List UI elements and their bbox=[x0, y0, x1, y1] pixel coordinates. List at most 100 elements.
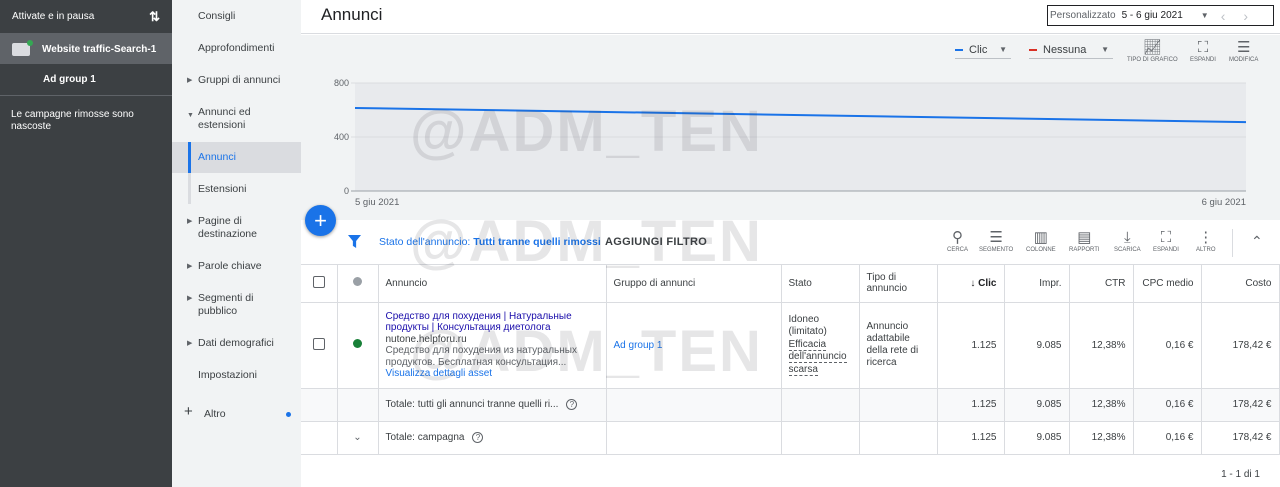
x-tick-label: 6 giu 2021 bbox=[1202, 197, 1246, 208]
col-ctr[interactable]: CTR bbox=[1069, 265, 1134, 303]
y-tick-label: 800 bbox=[334, 78, 349, 88]
empty-cell bbox=[606, 421, 782, 455]
ad-strength-link[interactable]: scarsa bbox=[788, 363, 818, 376]
expand-table-button[interactable]: ⛶ ESPANDI bbox=[1153, 229, 1179, 253]
next-period-icon[interactable]: › bbox=[1243, 8, 1248, 24]
date-range-picker[interactable]: Personalizzato 5 - 6 giu 2021 ▼ ‹ › bbox=[1047, 5, 1274, 26]
col-ad[interactable]: Annuncio bbox=[378, 265, 607, 303]
row-status-cell[interactable] bbox=[337, 302, 379, 389]
empty-cell bbox=[337, 388, 379, 422]
ad-strength-link[interactable]: Efficacia bbox=[788, 338, 827, 351]
menu-label: Annunci bbox=[198, 151, 236, 163]
pagination-info: 1 - 1 di 1 bbox=[1221, 469, 1260, 480]
columns-icon: ▥ bbox=[1033, 229, 1048, 246]
status-filter[interactable]: Attivate e in pausa ⇅ bbox=[0, 0, 172, 34]
active-filter[interactable]: Stato dell'annuncio: Tutti tranne quelli… bbox=[379, 236, 601, 248]
total-row-campaign: ⌄ Totale: campagna? 1.125 9.085 12,38% 0… bbox=[301, 421, 1280, 455]
menu-item-consigli[interactable]: Consigli bbox=[172, 10, 301, 23]
status-dot-icon bbox=[353, 277, 362, 287]
menu-item-estensioni[interactable]: Estensioni bbox=[172, 173, 301, 204]
page-menu: Consigli Approfondimenti ▶ Gruppi di annu… bbox=[172, 0, 301, 487]
col-ad-group[interactable]: Gruppo di annunci bbox=[606, 265, 782, 303]
download-button[interactable]: ⤓ SCARICA bbox=[1114, 229, 1141, 253]
filter-icon[interactable] bbox=[348, 235, 361, 248]
help-icon[interactable]: ? bbox=[472, 432, 484, 443]
reports-button[interactable]: ▤ RAPPORTI bbox=[1069, 229, 1100, 253]
menu-item-impostazioni[interactable]: Impostazioni bbox=[172, 369, 301, 382]
ads-table: Annuncio Gruppo di annunci Stato Tipo di… bbox=[301, 265, 1280, 455]
empty-cell bbox=[859, 388, 938, 422]
filter-value: Tutti tranne quelli rimossi bbox=[473, 236, 601, 248]
select-all-cell[interactable] bbox=[301, 265, 338, 303]
col-clicks-label: Clic bbox=[978, 277, 997, 289]
menu-item-approfondimenti[interactable]: Approfondimenti bbox=[172, 42, 301, 55]
row-checkbox[interactable] bbox=[312, 337, 325, 350]
status-text: Idoneo bbox=[788, 313, 820, 325]
col-cost[interactable]: Costo bbox=[1201, 265, 1280, 303]
collapse-chart-icon[interactable]: ⌃ bbox=[1251, 233, 1263, 250]
ad-strength-link[interactable]: dell'annuncio bbox=[788, 351, 847, 364]
ad-headline[interactable]: Средство для похудения | Натуральные про… bbox=[386, 311, 599, 334]
total-label: Totale: tutti gli annunci tranne quelli … bbox=[385, 399, 559, 410]
menu-item-annunci-estensioni[interactable]: ▼ Annunci ed estensioni bbox=[172, 106, 282, 132]
segment-button[interactable]: ☰ SEGMENTO bbox=[979, 229, 1013, 253]
expand-table-label: ESPANDI bbox=[1153, 247, 1179, 253]
empty-cell bbox=[301, 421, 338, 455]
expand-arrow-icon: ▶ bbox=[187, 77, 193, 84]
enabled-status-dot[interactable] bbox=[353, 339, 362, 348]
menu-item-altro[interactable]: + Altro bbox=[172, 404, 301, 421]
table-header-row: Annuncio Gruppo di annunci Stato Tipo di… bbox=[301, 265, 1280, 303]
total-cpc: 0,16 € bbox=[1133, 388, 1202, 422]
help-icon[interactable]: ? bbox=[566, 399, 578, 410]
more-label: ALTRO bbox=[1196, 247, 1216, 253]
sort-desc-icon: ↓ bbox=[970, 277, 979, 289]
ad-group-link[interactable]: Ad group 1 bbox=[614, 340, 663, 351]
performance-chart-panel: Clic ▼ Nessuna ▼ 📈︎ TIPO DI GRAFICO ⛶ ESPA… bbox=[301, 35, 1280, 220]
total-ctr: 12,38% bbox=[1069, 388, 1134, 422]
campaign-navigator: Attivate e in pausa ⇅ Website traffic-Se… bbox=[0, 0, 172, 487]
ad-type-cell: Annuncio adattabile della rete di ricerc… bbox=[859, 302, 938, 389]
campaign-item[interactable]: Website traffic-Search-1 bbox=[0, 34, 172, 64]
menu-item-parole-chiave[interactable]: ▶ Parole chiave bbox=[172, 260, 301, 273]
menu-item-annunci[interactable]: Annunci bbox=[172, 142, 301, 173]
chevron-down-icon[interactable]: ⌄ bbox=[353, 432, 361, 443]
menu-item-segmenti[interactable]: ▶ Segmenti di pubblico bbox=[172, 292, 282, 318]
search-campaign-icon bbox=[12, 39, 33, 56]
col-ad-type[interactable]: Tipo di annuncio bbox=[859, 265, 938, 303]
date-range-value: 5 - 6 giu 2021 bbox=[1121, 10, 1183, 21]
col-cpc[interactable]: CPC medio bbox=[1133, 265, 1202, 303]
ctr-cell: 12,38% bbox=[1069, 302, 1134, 389]
fullscreen-icon: ⛶ bbox=[1160, 229, 1172, 246]
more-button[interactable]: ⋮ ALTRO bbox=[1196, 229, 1216, 253]
col-clicks[interactable]: ↓ Clic bbox=[937, 265, 1005, 303]
row-select-cell[interactable] bbox=[301, 302, 338, 389]
collapse-arrow-icon: ▼ bbox=[187, 112, 194, 119]
menu-label: Dati demografici bbox=[198, 337, 274, 349]
select-all-checkbox[interactable] bbox=[312, 275, 325, 288]
total-ctr: 12,38% bbox=[1069, 421, 1134, 455]
expand-arrow-icon: ▶ bbox=[187, 218, 193, 225]
menu-label: Segmenti di pubblico bbox=[198, 292, 254, 317]
cpc-cell: 0,16 € bbox=[1133, 302, 1202, 389]
col-impr[interactable]: Impr. bbox=[1004, 265, 1070, 303]
sort-icon[interactable]: ⇅ bbox=[149, 9, 160, 25]
menu-item-pagine[interactable]: ▶ Pagine di destinazione bbox=[172, 215, 282, 241]
cost-cell: 178,42 € bbox=[1201, 302, 1280, 389]
columns-button[interactable]: ▥ COLONNE bbox=[1026, 229, 1056, 253]
view-asset-details-link[interactable]: Visualizza dettagli asset bbox=[386, 368, 599, 380]
menu-item-dati-demografici[interactable]: ▶ Dati demografici bbox=[172, 337, 301, 350]
impr-cell: 9.085 bbox=[1004, 302, 1070, 389]
search-button[interactable]: ⚲ CERCA bbox=[947, 229, 968, 253]
menu-item-gruppi[interactable]: ▶ Gruppi di annunci bbox=[172, 74, 301, 87]
ad-group-name: Ad group 1 bbox=[43, 74, 96, 85]
add-filter-button[interactable]: AGGIUNGI FILTRO bbox=[605, 236, 707, 248]
total-impr: 9.085 bbox=[1004, 421, 1070, 455]
empty-cell bbox=[606, 388, 782, 422]
menu-label: Altro bbox=[204, 408, 226, 420]
expand-total-cell[interactable]: ⌄ bbox=[337, 421, 379, 455]
ad-group-item[interactable]: Ad group 1 bbox=[0, 64, 172, 96]
col-status[interactable]: Stato bbox=[781, 265, 860, 303]
search-label: CERCA bbox=[947, 247, 969, 253]
prev-period-icon[interactable]: ‹ bbox=[1221, 8, 1226, 24]
total-cpc: 0,16 € bbox=[1133, 421, 1202, 455]
